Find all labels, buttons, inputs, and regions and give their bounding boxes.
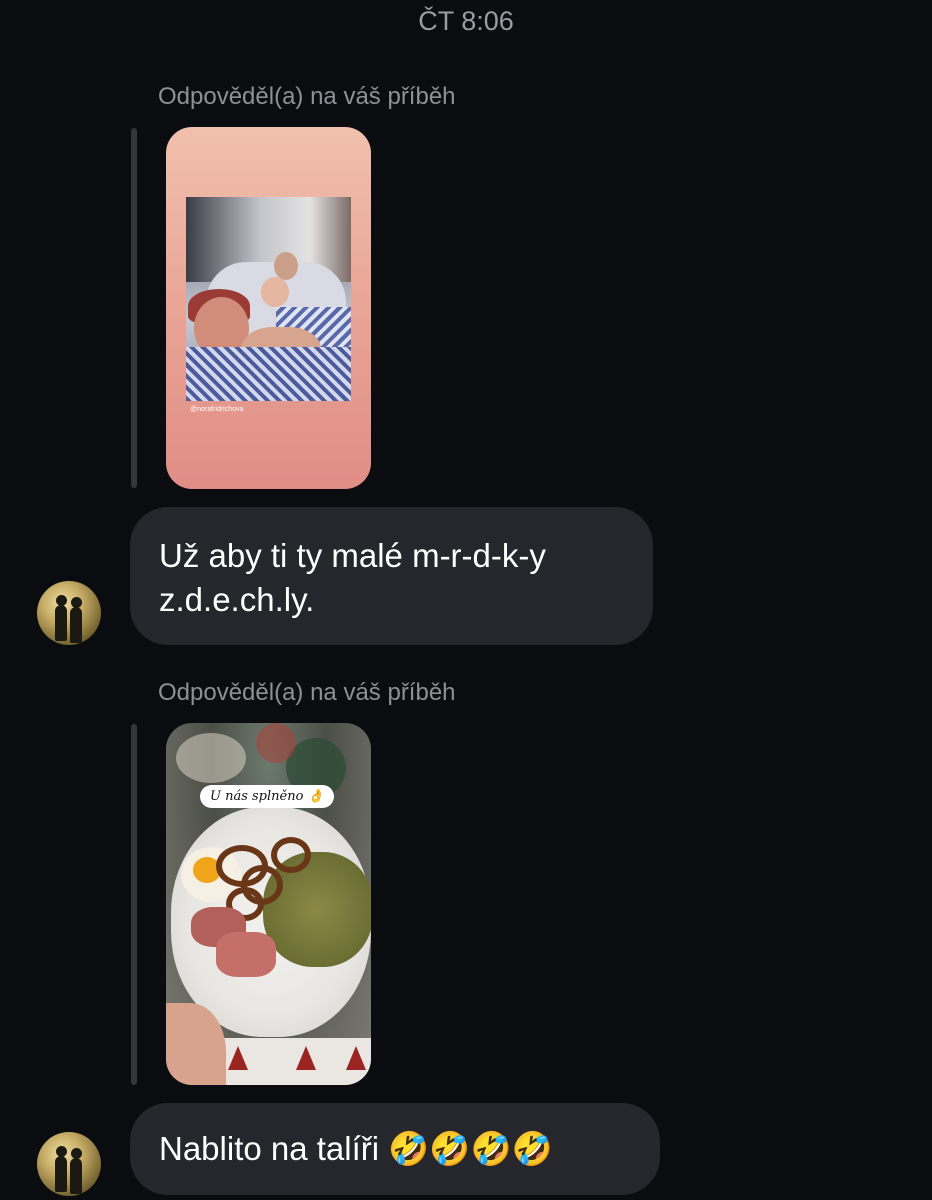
sender-avatar[interactable] xyxy=(37,581,101,645)
story-credit-tag: @norafridrichova xyxy=(190,406,244,413)
message-text: Už aby ti ty malé m-r-d-k-y z.d.e.ch.ly. xyxy=(159,537,546,618)
story-photo xyxy=(186,197,351,401)
chat-thread: ČT 8:06 Odpověděl(a) na váš příběh @nora… xyxy=(0,0,932,1200)
message-bubble[interactable]: Už aby ti ty malé m-r-d-k-y z.d.e.ch.ly. xyxy=(130,507,653,645)
story-reply-label: Odpověděl(a) na váš příběh xyxy=(158,83,456,110)
sender-avatar[interactable] xyxy=(37,1132,101,1196)
story-photo xyxy=(171,807,371,1037)
story-sticker: U nás splněno 👌 xyxy=(200,785,334,808)
story-reply-label: Odpověděl(a) na váš příběh xyxy=(158,679,456,706)
reply-quote-bar xyxy=(131,724,137,1085)
story-preview-thumbnail[interactable]: U nás splněno 👌 xyxy=(166,723,371,1085)
message-timestamp: ČT 8:06 xyxy=(418,6,514,36)
reply-quote-bar xyxy=(131,128,137,488)
story-preview-thumbnail[interactable]: @norafridrichova xyxy=(166,127,371,489)
message-bubble[interactable]: Nablito na talíři 🤣🤣🤣🤣 xyxy=(130,1103,660,1195)
message-text: Nablito na talíři 🤣🤣🤣🤣 xyxy=(159,1130,553,1167)
